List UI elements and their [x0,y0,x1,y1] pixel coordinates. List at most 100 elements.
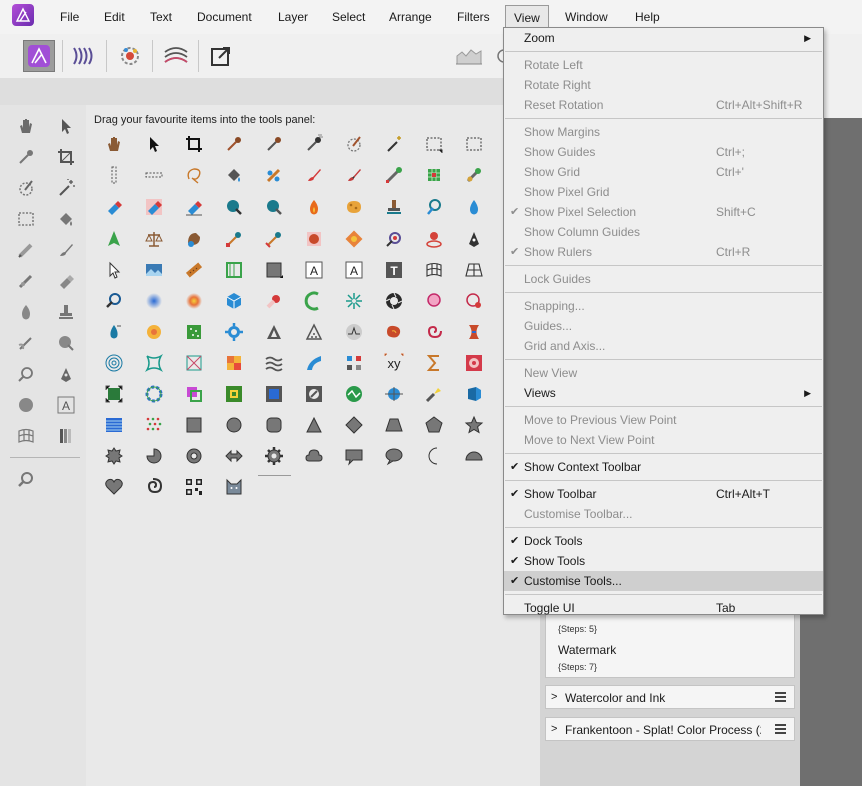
erase-brush-tool-icon[interactable] [104,197,124,217]
double-arrow-shape-tool-icon[interactable] [224,446,244,466]
perspective-tool-icon[interactable] [464,260,484,280]
equations-tool-icon[interactable] [344,353,364,373]
selection-brush-tool-icon[interactable] [16,178,36,198]
shear-tool-icon[interactable] [304,353,324,373]
menu-item-rotate-left[interactable]: Rotate Left [504,55,823,75]
trapezoid-shape-tool-icon[interactable] [384,415,404,435]
pixel-tool-icon[interactable] [16,240,36,260]
defringe-tool-icon[interactable] [184,384,204,404]
menu-document[interactable]: Document [197,10,252,24]
triangle-shape-tool-icon[interactable] [304,415,324,435]
export-persona-icon[interactable] [205,40,237,72]
gear-shape-tool-icon[interactable] [264,446,284,466]
pixel-brush-tool-icon[interactable] [464,165,484,185]
procedural-texture-tool-icon[interactable] [224,384,244,404]
scan-lines-tool-icon[interactable] [104,415,124,435]
develop-persona-icon[interactable] [114,40,146,72]
zoom-blur-tool-icon[interactable] [344,291,364,311]
donut-shape-tool-icon[interactable] [184,446,204,466]
bulge-tool-icon[interactable] [144,353,164,373]
healing-brush-tool-icon[interactable] [184,229,204,249]
menu-item-reset-rotation[interactable]: Reset Rotation Ctrl+Alt+Shift+R [504,95,823,115]
blur-brush-tool-icon[interactable] [464,197,484,217]
glow-effect-tool-icon[interactable] [184,291,204,311]
pinch-tool-icon[interactable] [464,322,484,342]
crop-tool-icon[interactable] [184,134,204,154]
paint-brush-tool-icon[interactable] [304,165,324,185]
color-picker-tool-icon[interactable] [304,134,324,154]
square-shape-tool-icon[interactable] [184,415,204,435]
burn-flame-tool-icon[interactable] [304,197,324,217]
zoom-tool-icon[interactable] [104,291,124,311]
lighting-tool-icon[interactable] [464,384,484,404]
red-eye-tool-icon[interactable] [384,229,404,249]
heart-shape-tool-icon[interactable] [104,477,124,497]
twirl-tool-icon[interactable] [384,322,404,342]
paint-brush-tool-icon[interactable] [344,165,364,185]
pen-tool-icon[interactable] [464,229,484,249]
vector-crop-tool-icon[interactable] [224,260,244,280]
triangle-effect-tool-icon[interactable] [264,322,284,342]
displace-tool-icon[interactable] [264,353,284,373]
flood-fill-tool-icon[interactable] [56,209,76,229]
menu-item-show-grid[interactable]: Show Grid Ctrl+' [504,162,823,182]
row-marquee-tool-icon[interactable] [144,165,164,185]
burn-brush-tool-icon[interactable] [264,197,284,217]
rectangle-tool-icon[interactable] [264,260,284,280]
channel-mixer-tool-icon[interactable] [464,353,484,373]
inpainting-brush-tool-icon[interactable] [304,229,324,249]
frame-text-tool-icon[interactable]: A [344,260,364,280]
menu-item-show-pixel-grid[interactable]: Show Pixel Grid [504,182,823,202]
photo-persona-icon[interactable] [23,40,55,72]
callout-ellipse-tool-icon[interactable] [384,446,404,466]
xy-equations-tool-icon[interactable]: xy [384,353,404,373]
menu-item-dock-tools[interactable]: ✔ Dock Tools [504,531,823,551]
histogram-icon[interactable] [452,42,486,70]
menu-text[interactable]: Text [150,10,172,24]
red-eye-tool-icon[interactable] [16,364,36,384]
macro-category-frankentoon[interactable]: > Frankentoon - Splat! Color Process (2.… [545,717,795,741]
halftone-tool-icon[interactable] [144,384,164,404]
menu-item-rotate-right[interactable]: Rotate Right [504,75,823,95]
menu-item-show-column-guides[interactable]: Show Column Guides [504,222,823,242]
artistic-text-tool-icon[interactable]: A [56,395,76,415]
menu-item-show-context-toolbar[interactable]: ✔ Show Context Toolbar [504,457,823,477]
menu-item-show-margins[interactable]: Show Margins [504,122,823,142]
bloom-tool-icon[interactable] [464,291,484,311]
median-brush-tool-icon[interactable] [144,229,164,249]
sponge-brush-tool-icon[interactable] [344,197,364,217]
signal-tool-icon[interactable] [344,384,364,404]
smudge-brush-tool-icon[interactable] [424,197,444,217]
crop-tool-icon[interactable] [56,147,76,167]
pie-shape-tool-icon[interactable] [144,446,164,466]
pen-tool-icon[interactable] [56,364,76,384]
bokeh-tool-icon[interactable] [424,291,444,311]
mesh-distort-tool-icon[interactable] [184,353,204,373]
lens-flare-tool-icon[interactable] [384,384,404,404]
menu-help[interactable]: Help [635,10,660,24]
macro-category-watercolor[interactable]: > Watercolor and Ink [545,685,795,709]
artistic-text-tool-icon[interactable]: A [304,260,324,280]
cog-shape-tool-icon[interactable] [104,446,124,466]
torch-tool-icon[interactable] [424,384,444,404]
sum-tool-icon[interactable] [424,353,444,373]
menu-item-customise-toolbar[interactable]: Customise Toolbar... [504,504,823,524]
menu-item-new-view[interactable]: New View [504,363,823,383]
flood-fill-tool-icon[interactable] [224,165,244,185]
clone-stamp-tool-icon[interactable] [384,197,404,217]
clone-brush-tool-icon[interactable] [16,271,36,291]
diamond-shape-tool-icon[interactable] [344,415,364,435]
dither-tool-icon[interactable] [144,415,164,435]
tone-mapping-persona-icon[interactable] [160,40,192,72]
hamburger-menu-icon[interactable] [775,722,786,734]
cat-shape-tool-icon[interactable] [224,477,244,497]
cloud-shape-tool-icon[interactable] [304,446,324,466]
rounded-rectangle-tool-icon[interactable] [264,415,284,435]
menu-select[interactable]: Select [332,10,365,24]
move-tool-icon[interactable] [144,134,164,154]
menu-item-show-guides[interactable]: Show Guides Ctrl+; [504,142,823,162]
menu-item-customise-tools[interactable]: ✔ Customise Tools... [504,571,823,591]
burn-brush-tool-icon[interactable] [16,302,36,322]
menu-item-grid-and-axis[interactable]: Grid and Axis... [504,336,823,356]
drop-tool-icon[interactable] [104,322,124,342]
